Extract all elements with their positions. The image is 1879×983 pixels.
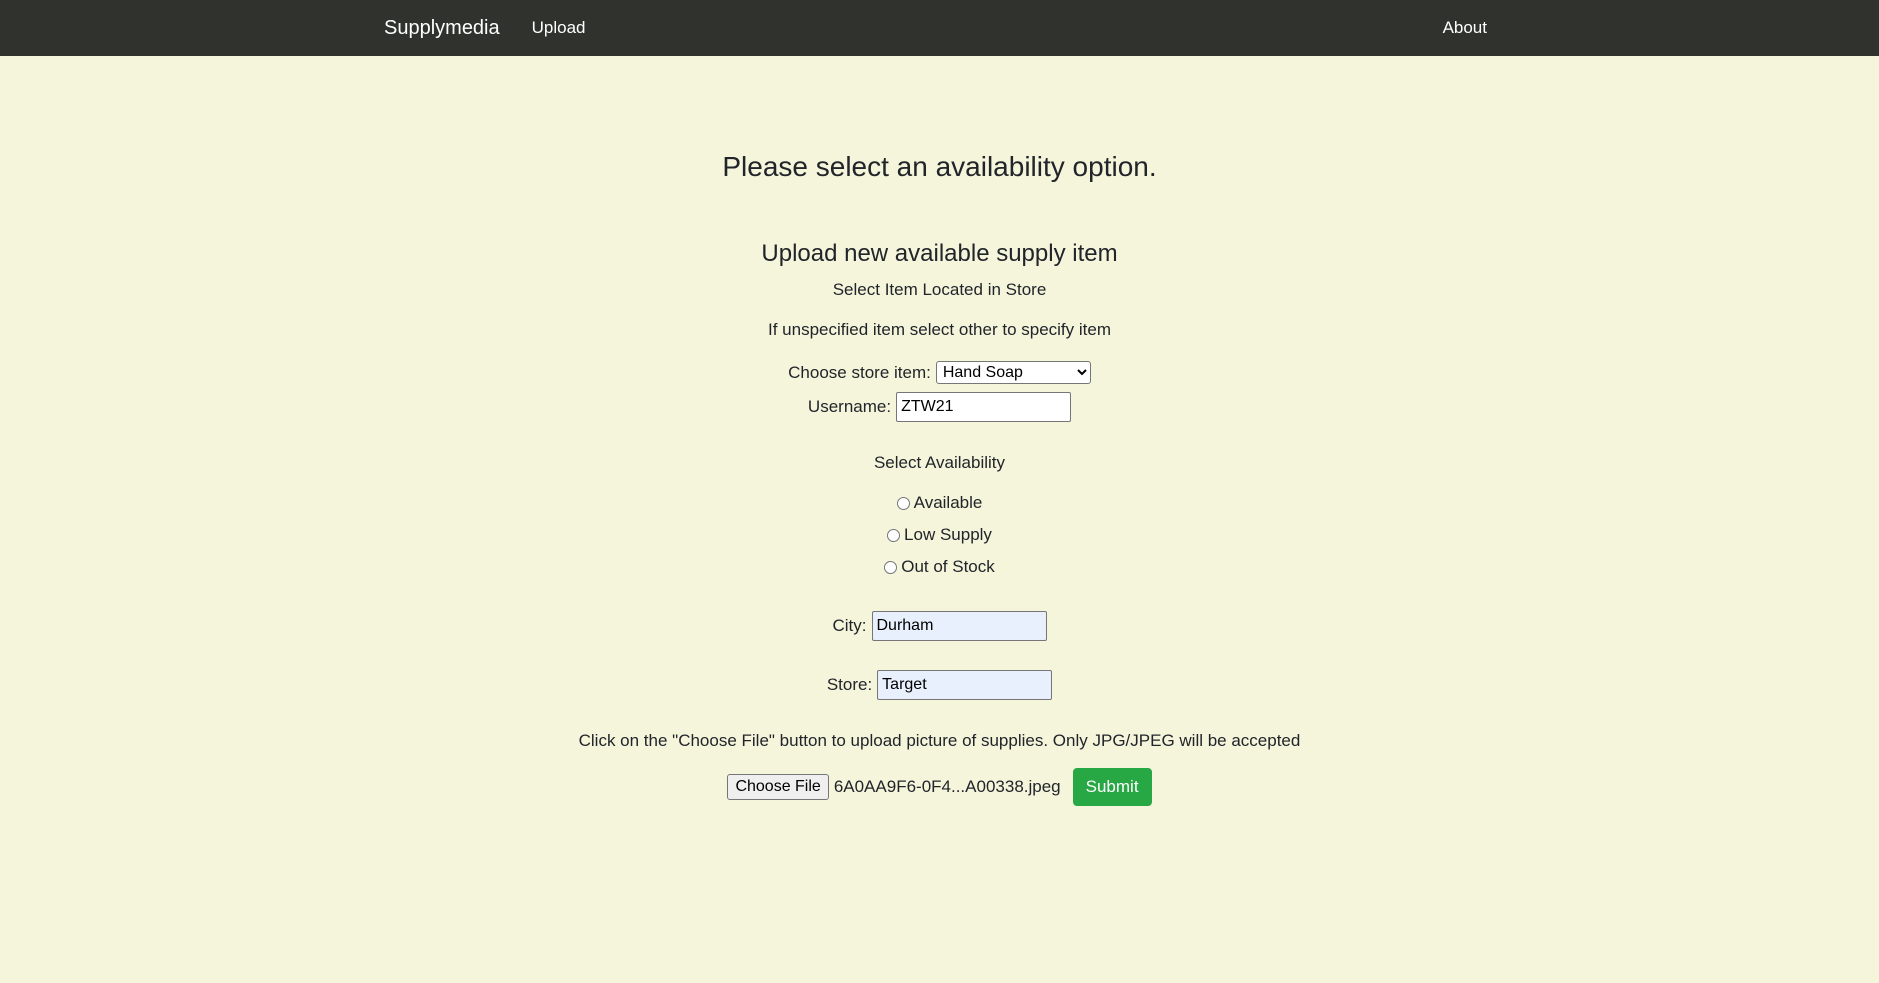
availability-heading: Select Availability bbox=[873, 453, 1006, 472]
nav-about-link[interactable]: About bbox=[1443, 18, 1487, 38]
city-row: City: bbox=[0, 611, 1879, 641]
submit-button[interactable]: Submit bbox=[1072, 768, 1152, 806]
availability-radio-available[interactable] bbox=[896, 496, 910, 510]
store-item-label: Choose store item: bbox=[788, 362, 931, 382]
username-row: Username: bbox=[0, 392, 1879, 422]
selected-file-name: 6A0AA9F6-0F4...A00338.jpeg bbox=[833, 777, 1061, 796]
upload-instructions: Click on the "Choose File" button to upl… bbox=[578, 731, 1301, 750]
store-item-select[interactable]: Hand Soap bbox=[935, 361, 1091, 384]
store-row: Store: bbox=[0, 670, 1879, 700]
page-title: Please select an availability option. bbox=[722, 151, 1157, 182]
availability-radio-out-of-stock[interactable] bbox=[884, 560, 898, 574]
store-label: Store: bbox=[826, 675, 873, 694]
availability-label-available[interactable]: Available bbox=[914, 493, 983, 513]
form-subtitle: Select Item Located in Store bbox=[832, 280, 1047, 299]
availability-option-available[interactable]: Available bbox=[0, 493, 1879, 513]
form-title: Upload new available supply item bbox=[761, 240, 1118, 267]
choose-file-button[interactable]: Choose File bbox=[727, 774, 829, 800]
navbar-inner: Supplymedia Upload About bbox=[384, 0, 1487, 56]
city-input[interactable] bbox=[871, 611, 1047, 641]
availability-label-out-of-stock[interactable]: Out of Stock bbox=[901, 557, 995, 577]
store-input[interactable] bbox=[877, 670, 1053, 700]
availability-option-out-of-stock[interactable]: Out of Stock bbox=[0, 557, 1879, 577]
username-label: Username: bbox=[807, 397, 892, 416]
username-input[interactable] bbox=[896, 392, 1072, 422]
availability-option-low-supply[interactable]: Low Supply bbox=[0, 525, 1879, 545]
city-label: City: bbox=[832, 616, 867, 635]
form-hint: If unspecified item select other to spec… bbox=[768, 320, 1111, 339]
availability-label-low-supply[interactable]: Low Supply bbox=[904, 525, 992, 545]
navbar: Supplymedia Upload About bbox=[0, 0, 1879, 56]
brand-link[interactable]: Supplymedia bbox=[384, 17, 500, 40]
nav-upload-link[interactable]: Upload bbox=[532, 18, 586, 38]
availability-radio-low-supply[interactable] bbox=[887, 528, 901, 542]
upload-row: Choose File 6A0AA9F6-0F4...A00338.jpeg S… bbox=[0, 768, 1879, 806]
store-item-row: Choose store item: Hand Soap bbox=[0, 361, 1879, 384]
